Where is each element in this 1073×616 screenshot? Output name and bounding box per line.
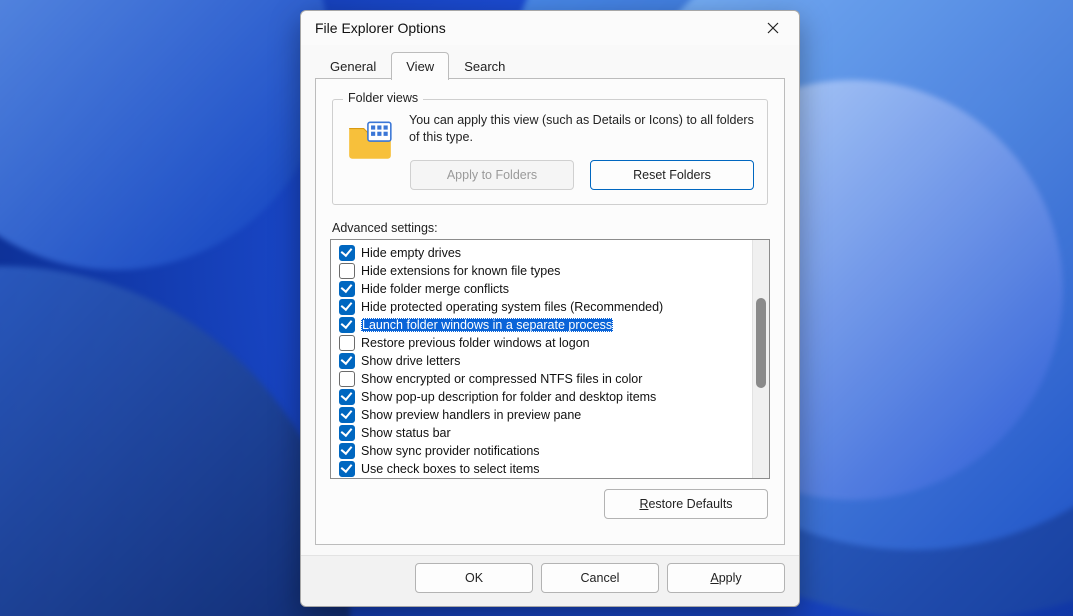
list-item[interactable]: Show preview handlers in preview pane [337, 406, 750, 424]
list-item[interactable]: Hide empty drives [337, 244, 750, 262]
titlebar[interactable]: File Explorer Options [301, 11, 799, 45]
restore-defaults-label: Restore Defaults [639, 497, 732, 511]
folder-views-text: You can apply this view (such as Details… [409, 112, 755, 146]
restore-defaults-button[interactable]: Restore Defaults [604, 489, 768, 519]
list-item[interactable]: Show encrypted or compressed NTFS files … [337, 370, 750, 388]
tab-view[interactable]: View [391, 52, 449, 80]
list-item[interactable]: Show status bar [337, 424, 750, 442]
folder-views-icon [345, 114, 395, 164]
list-item-label: Show status bar [361, 426, 451, 440]
list-item[interactable]: Launch folder windows in a separate proc… [337, 316, 750, 334]
reset-folders-button[interactable]: Reset Folders [590, 160, 754, 190]
list-item[interactable]: Restore previous folder windows at logon [337, 334, 750, 352]
list-item-label: Hide empty drives [361, 246, 461, 260]
tabstrip: General View Search [301, 45, 799, 79]
checkbox[interactable] [339, 245, 355, 261]
checkbox[interactable] [339, 353, 355, 369]
list-item-label: Show drive letters [361, 354, 460, 368]
tab-underline [315, 78, 785, 79]
list-item-label: Show sync provider notifications [361, 444, 540, 458]
list-item[interactable]: Hide extensions for known file types [337, 262, 750, 280]
list-item-label: Hide protected operating system files (R… [361, 300, 663, 314]
checkbox[interactable] [339, 281, 355, 297]
apply-button[interactable]: Apply [667, 563, 785, 593]
tab-search[interactable]: Search [449, 52, 520, 80]
checkbox[interactable] [339, 371, 355, 387]
checkbox[interactable] [339, 263, 355, 279]
checkbox[interactable] [339, 407, 355, 423]
list-item[interactable]: Show sync provider notifications [337, 442, 750, 460]
list-item[interactable]: Hide folder merge conflicts [337, 280, 750, 298]
scrollbar-track[interactable] [752, 240, 769, 478]
cancel-button[interactable]: Cancel [541, 563, 659, 593]
list-item-label: Show preview handlers in preview pane [361, 408, 581, 422]
list-item[interactable]: Show drive letters [337, 352, 750, 370]
close-icon [767, 22, 779, 34]
advanced-settings-list: Hide empty drives Hide extensions for kno… [330, 239, 770, 479]
window-title: File Explorer Options [315, 20, 446, 36]
tab-general[interactable]: General [315, 52, 391, 80]
list-item-label: Show pop-up description for folder and d… [361, 390, 656, 404]
list-item-label: Show encrypted or compressed NTFS files … [361, 372, 642, 386]
decor-swirl [0, 0, 330, 270]
checkbox[interactable] [339, 317, 355, 333]
advanced-settings-listbox[interactable]: Hide empty drives Hide extensions for kno… [331, 240, 752, 478]
desktop-wallpaper: File Explorer Options General View Searc… [0, 0, 1073, 616]
folder-views-legend: Folder views [343, 91, 423, 105]
scrollbar-thumb[interactable] [756, 298, 766, 388]
checkbox[interactable] [339, 335, 355, 351]
dialog-footer: OK Cancel Apply [301, 555, 799, 606]
checkbox[interactable] [339, 299, 355, 315]
checkbox[interactable] [339, 461, 355, 477]
ok-button[interactable]: OK [415, 563, 533, 593]
apply-to-folders-button[interactable]: Apply to Folders [410, 160, 574, 190]
list-item-label: Launch folder windows in a separate proc… [361, 318, 613, 332]
advanced-settings-label: Advanced settings: [332, 221, 770, 235]
checkbox[interactable] [339, 425, 355, 441]
close-button[interactable] [753, 14, 793, 42]
list-item-label: Use check boxes to select items [361, 462, 540, 476]
list-item[interactable]: Hide protected operating system files (R… [337, 298, 750, 316]
list-item-label: Hide folder merge conflicts [361, 282, 509, 296]
folder-views-group: Folder views [332, 99, 768, 205]
checkbox[interactable] [339, 443, 355, 459]
file-explorer-options-dialog: File Explorer Options General View Searc… [300, 10, 800, 607]
list-item[interactable]: Show pop-up description for folder and d… [337, 388, 750, 406]
list-item-label: Restore previous folder windows at logon [361, 336, 590, 350]
list-item[interactable]: Use check boxes to select items [337, 460, 750, 478]
checkbox[interactable] [339, 389, 355, 405]
list-item-label: Hide extensions for known file types [361, 264, 560, 278]
decor-swirl [0, 266, 350, 616]
apply-label: Apply [710, 571, 741, 585]
view-tab-panel: Folder views [315, 79, 785, 545]
